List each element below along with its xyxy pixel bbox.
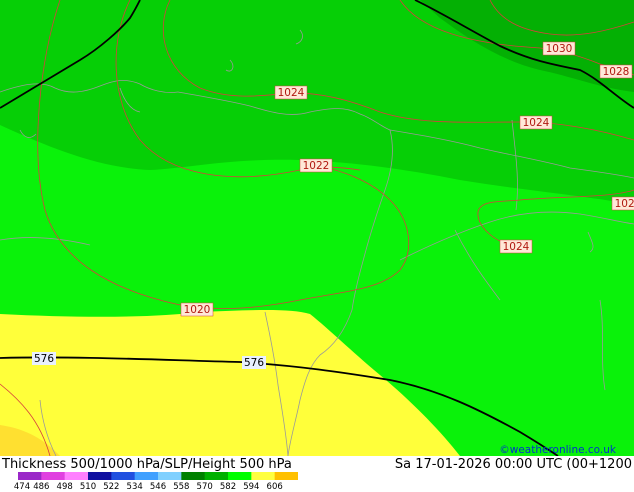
colorbar-tick-label: 534 xyxy=(126,482,143,492)
colorbar-tick-label: 486 xyxy=(33,482,50,492)
weather-map[interactable]: 1030 1028 1024 1024 1024 1022 1024 1020 … xyxy=(0,0,634,456)
colorbar-tick-label: 546 xyxy=(149,482,167,492)
colorbar-swatch xyxy=(88,472,112,480)
map-datetime: Sa 17-01-2026 00:00 UTC (00+1200 xyxy=(394,457,632,472)
isobar-label: 1024 xyxy=(278,87,305,99)
colorbar-tick-label: 606 xyxy=(266,482,283,492)
colorbar-swatch xyxy=(204,472,229,480)
colorbar-tick-label: 474 xyxy=(13,482,31,492)
colorbar-tick-label: 594 xyxy=(243,482,260,492)
colorbar-swatch xyxy=(64,472,89,480)
map-title: Thickness 500/1000 hPa/SLP/Height 500 hP… xyxy=(2,457,292,472)
map-footer: ©weatheronline.co.uk Thickness 500/1000 … xyxy=(0,444,634,492)
isobar-label: 1022 xyxy=(303,160,330,172)
colorbar-tick-label: 570 xyxy=(196,482,213,492)
colorbar-tick-label: 498 xyxy=(56,482,73,492)
colorbar-swatch xyxy=(18,472,42,480)
colorbar-tick-label: 558 xyxy=(173,482,190,492)
colorbar-swatch xyxy=(181,472,206,480)
isobar-label: 1030 xyxy=(546,43,573,55)
colorbar-swatch xyxy=(41,472,66,480)
colorbar-tick-label: 510 xyxy=(79,482,97,492)
colorbar-swatch xyxy=(274,472,298,480)
colorbar-swatch xyxy=(228,472,252,480)
colorbar-tick-label: 522 xyxy=(103,482,120,492)
colorbar-swatch xyxy=(251,472,276,480)
isobar-label: 1028 xyxy=(603,66,630,78)
colorbar-tick-label: 582 xyxy=(219,482,237,492)
isobar-label: 1024 xyxy=(615,198,634,210)
isobar-label: 1024 xyxy=(523,117,550,129)
colorbar xyxy=(18,472,298,480)
thickness-label: 576 xyxy=(34,353,54,365)
isobar-label: 1024 xyxy=(503,241,530,253)
colorbar-swatch xyxy=(134,472,159,480)
colorbar-swatch xyxy=(158,472,182,480)
thickness-label: 576 xyxy=(244,357,264,369)
credit-link[interactable]: ©weatheronline.co.uk xyxy=(499,444,616,456)
isobar-label: 1020 xyxy=(184,304,211,316)
colorbar-swatch xyxy=(111,472,136,480)
